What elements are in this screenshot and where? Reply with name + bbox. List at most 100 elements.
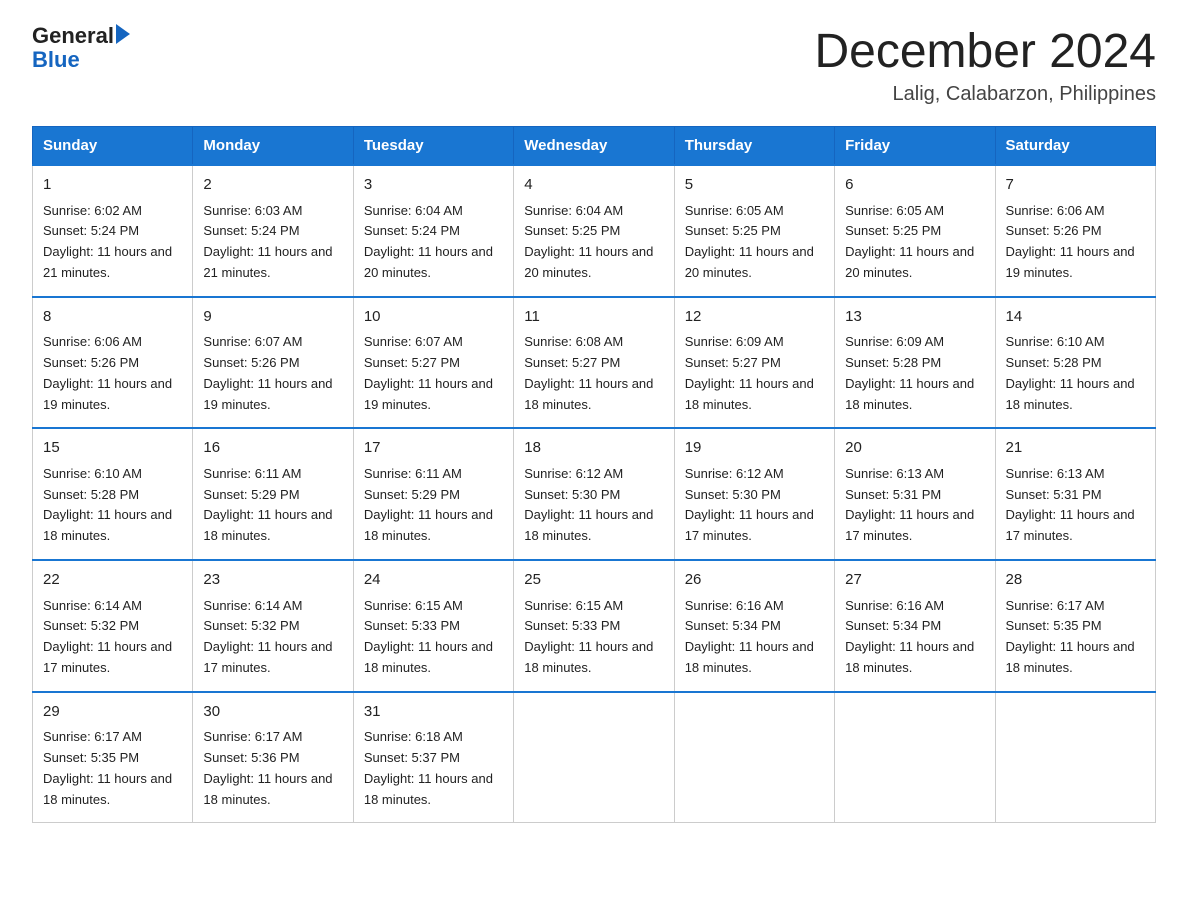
title-block: December 2024 Lalig, Calabarzon, Philipp… (814, 24, 1156, 106)
logo-general: General (32, 24, 114, 48)
day-number: 1 (43, 174, 182, 197)
day-number: 13 (845, 306, 984, 329)
calendar-table: SundayMondayTuesdayWednesdayThursdayFrid… (32, 126, 1156, 823)
calendar-cell: 22 Sunrise: 6:14 AMSunset: 5:32 PMDayligh… (33, 560, 193, 692)
calendar-cell: 25Sunrise: 6:15 AMSunset: 5:33 PMDayligh… (514, 560, 674, 692)
header-saturday: Saturday (995, 127, 1155, 166)
header-monday: Monday (193, 127, 353, 166)
calendar-week-row: 15 Sunrise: 6:10 AMSunset: 5:28 PMDayligh… (33, 428, 1156, 560)
day-number: 24 (364, 569, 503, 592)
calendar-cell: 18Sunrise: 6:12 AMSunset: 5:30 PMDayligh… (514, 428, 674, 560)
calendar-cell: 17 Sunrise: 6:11 AMSunset: 5:29 PMDayligh… (353, 428, 513, 560)
calendar-cell: 11 Sunrise: 6:08 AMSunset: 5:27 PMDayligh… (514, 297, 674, 429)
header-tuesday: Tuesday (353, 127, 513, 166)
header-friday: Friday (835, 127, 995, 166)
day-number: 21 (1006, 437, 1145, 460)
calendar-cell: 7Sunrise: 6:06 AMSunset: 5:26 PMDaylight… (995, 165, 1155, 297)
day-info: Sunrise: 6:10 AMSunset: 5:28 PMDaylight:… (43, 466, 172, 543)
logo: General Blue (32, 24, 130, 72)
day-number: 22 (43, 569, 182, 592)
calendar-cell: 4 Sunrise: 6:04 AMSunset: 5:25 PMDaylight… (514, 165, 674, 297)
day-info: Sunrise: 6:12 AMSunset: 5:30 PMDaylight:… (524, 466, 653, 543)
day-info: Sunrise: 6:05 AMSunset: 5:25 PMDaylight:… (685, 203, 814, 280)
day-number: 10 (364, 306, 503, 329)
day-number: 23 (203, 569, 342, 592)
day-info: Sunrise: 6:04 AMSunset: 5:25 PMDaylight:… (524, 203, 653, 280)
calendar-cell: 20Sunrise: 6:13 AMSunset: 5:31 PMDayligh… (835, 428, 995, 560)
day-info: Sunrise: 6:15 AMSunset: 5:33 PMDaylight:… (524, 598, 653, 675)
day-info: Sunrise: 6:03 AMSunset: 5:24 PMDaylight:… (203, 203, 332, 280)
calendar-cell: 15 Sunrise: 6:10 AMSunset: 5:28 PMDayligh… (33, 428, 193, 560)
day-info: Sunrise: 6:05 AMSunset: 5:25 PMDaylight:… (845, 203, 974, 280)
header-sunday: Sunday (33, 127, 193, 166)
calendar-week-row: 29Sunrise: 6:17 AMSunset: 5:35 PMDayligh… (33, 692, 1156, 823)
calendar-cell: 1 Sunrise: 6:02 AMSunset: 5:24 PMDaylight… (33, 165, 193, 297)
day-number: 27 (845, 569, 984, 592)
header-wednesday: Wednesday (514, 127, 674, 166)
calendar-cell (674, 692, 834, 823)
day-number: 9 (203, 306, 342, 329)
day-number: 15 (43, 437, 182, 460)
calendar-cell: 31Sunrise: 6:18 AMSunset: 5:37 PMDayligh… (353, 692, 513, 823)
day-info: Sunrise: 6:02 AMSunset: 5:24 PMDaylight:… (43, 203, 172, 280)
day-info: Sunrise: 6:09 AMSunset: 5:27 PMDaylight:… (685, 334, 814, 411)
day-number: 3 (364, 174, 503, 197)
day-info: Sunrise: 6:07 AMSunset: 5:26 PMDaylight:… (203, 334, 332, 411)
day-number: 5 (685, 174, 824, 197)
calendar-cell: 16 Sunrise: 6:11 AMSunset: 5:29 PMDayligh… (193, 428, 353, 560)
calendar-title: December 2024 (814, 24, 1156, 79)
calendar-week-row: 1 Sunrise: 6:02 AMSunset: 5:24 PMDaylight… (33, 165, 1156, 297)
day-info: Sunrise: 6:18 AMSunset: 5:37 PMDaylight:… (364, 729, 493, 806)
day-info: Sunrise: 6:10 AMSunset: 5:28 PMDaylight:… (1006, 334, 1135, 411)
calendar-week-row: 8Sunrise: 6:06 AMSunset: 5:26 PMDaylight… (33, 297, 1156, 429)
day-number: 29 (43, 701, 182, 724)
day-number: 12 (685, 306, 824, 329)
calendar-cell: 29Sunrise: 6:17 AMSunset: 5:35 PMDayligh… (33, 692, 193, 823)
calendar-cell: 21 Sunrise: 6:13 AMSunset: 5:31 PMDayligh… (995, 428, 1155, 560)
day-number: 16 (203, 437, 342, 460)
day-info: Sunrise: 6:15 AMSunset: 5:33 PMDaylight:… (364, 598, 493, 675)
day-number: 6 (845, 174, 984, 197)
calendar-cell: 10 Sunrise: 6:07 AMSunset: 5:27 PMDayligh… (353, 297, 513, 429)
day-info: Sunrise: 6:17 AMSunset: 5:36 PMDaylight:… (203, 729, 332, 806)
day-number: 30 (203, 701, 342, 724)
calendar-cell: 3Sunrise: 6:04 AMSunset: 5:24 PMDaylight… (353, 165, 513, 297)
calendar-cell: 27 Sunrise: 6:16 AMSunset: 5:34 PMDayligh… (835, 560, 995, 692)
page-header: General Blue December 2024 Lalig, Calaba… (32, 24, 1156, 106)
day-info: Sunrise: 6:06 AMSunset: 5:26 PMDaylight:… (1006, 203, 1135, 280)
day-info: Sunrise: 6:16 AMSunset: 5:34 PMDaylight:… (685, 598, 814, 675)
calendar-cell: 9 Sunrise: 6:07 AMSunset: 5:26 PMDaylight… (193, 297, 353, 429)
day-number: 4 (524, 174, 663, 197)
calendar-cell: 8Sunrise: 6:06 AMSunset: 5:26 PMDaylight… (33, 297, 193, 429)
day-info: Sunrise: 6:08 AMSunset: 5:27 PMDaylight:… (524, 334, 653, 411)
day-info: Sunrise: 6:13 AMSunset: 5:31 PMDaylight:… (845, 466, 974, 543)
day-number: 26 (685, 569, 824, 592)
calendar-cell (835, 692, 995, 823)
day-info: Sunrise: 6:11 AMSunset: 5:29 PMDaylight:… (203, 466, 332, 543)
day-info: Sunrise: 6:12 AMSunset: 5:30 PMDaylight:… (685, 466, 814, 543)
header-thursday: Thursday (674, 127, 834, 166)
day-number: 28 (1006, 569, 1145, 592)
day-number: 17 (364, 437, 503, 460)
day-info: Sunrise: 6:11 AMSunset: 5:29 PMDaylight:… (364, 466, 493, 543)
day-info: Sunrise: 6:14 AMSunset: 5:32 PMDaylight:… (203, 598, 332, 675)
day-info: Sunrise: 6:16 AMSunset: 5:34 PMDaylight:… (845, 598, 974, 675)
calendar-cell: 24 Sunrise: 6:15 AMSunset: 5:33 PMDayligh… (353, 560, 513, 692)
calendar-cell (514, 692, 674, 823)
calendar-cell: 2 Sunrise: 6:03 AMSunset: 5:24 PMDaylight… (193, 165, 353, 297)
day-number: 11 (524, 306, 663, 329)
day-number: 14 (1006, 306, 1145, 329)
day-info: Sunrise: 6:07 AMSunset: 5:27 PMDaylight:… (364, 334, 493, 411)
calendar-cell: 12 Sunrise: 6:09 AMSunset: 5:27 PMDayligh… (674, 297, 834, 429)
day-info: Sunrise: 6:13 AMSunset: 5:31 PMDaylight:… (1006, 466, 1135, 543)
calendar-cell: 30 Sunrise: 6:17 AMSunset: 5:36 PMDayligh… (193, 692, 353, 823)
logo-blue: Blue (32, 48, 80, 72)
day-number: 8 (43, 306, 182, 329)
day-number: 2 (203, 174, 342, 197)
day-info: Sunrise: 6:14 AMSunset: 5:32 PMDaylight:… (43, 598, 172, 675)
calendar-cell: 5 Sunrise: 6:05 AMSunset: 5:25 PMDaylight… (674, 165, 834, 297)
calendar-cell (995, 692, 1155, 823)
calendar-week-row: 22 Sunrise: 6:14 AMSunset: 5:32 PMDayligh… (33, 560, 1156, 692)
calendar-cell: 6 Sunrise: 6:05 AMSunset: 5:25 PMDaylight… (835, 165, 995, 297)
calendar-cell: 14 Sunrise: 6:10 AMSunset: 5:28 PMDayligh… (995, 297, 1155, 429)
